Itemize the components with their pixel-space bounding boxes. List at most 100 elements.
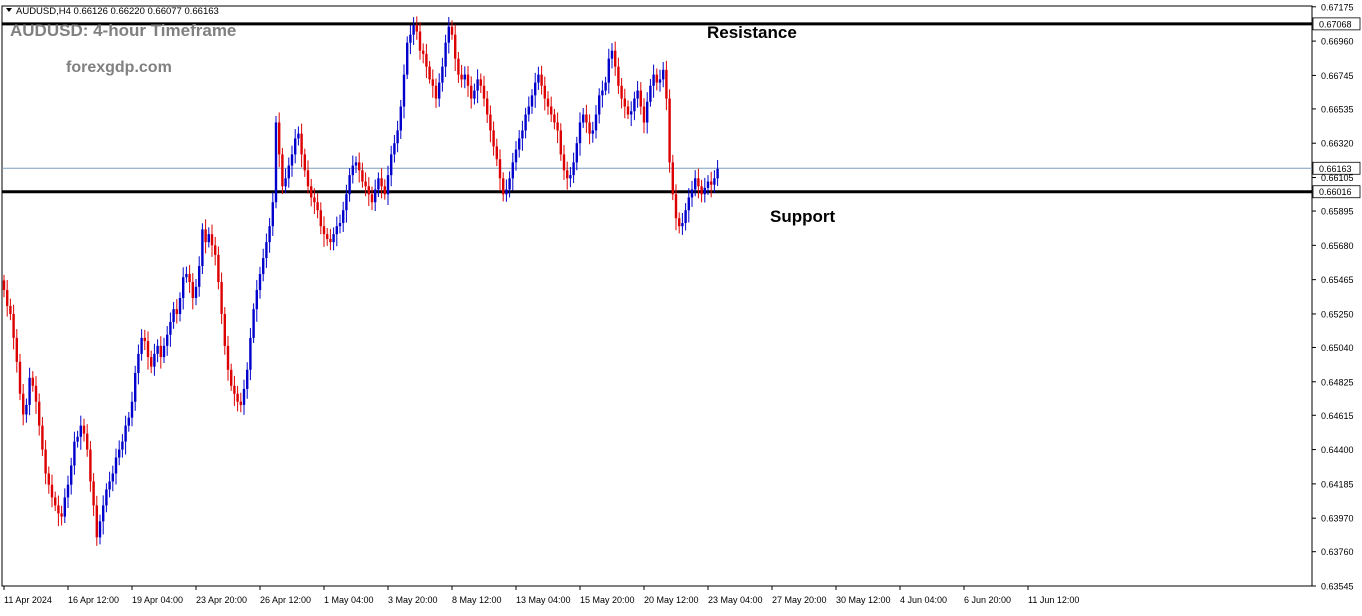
- candle-body: [364, 181, 367, 187]
- x-tick-label: 20 May 12:00: [644, 595, 699, 605]
- x-tick-label: 11 Jun 12:00: [1028, 595, 1079, 605]
- candle-body: [690, 189, 694, 198]
- candle-body: [380, 178, 383, 187]
- y-tick-label: 0.65465: [1321, 275, 1354, 285]
- candle-body: [594, 114, 598, 131]
- candle-body: [76, 436, 79, 442]
- watermark: forexgdp.com: [66, 59, 172, 76]
- candle-body: [358, 162, 361, 171]
- candle-body: [617, 66, 620, 86]
- candle-body: [489, 114, 492, 131]
- x-tick-label: 4 Jun 04:00: [900, 595, 947, 605]
- candle-body: [242, 388, 246, 405]
- y-tick-label: 0.64400: [1321, 445, 1354, 455]
- candle-body: [636, 90, 639, 99]
- candle-body: [271, 202, 274, 227]
- y-tick-label: 0.63970: [1321, 514, 1354, 524]
- candle-body: [178, 297, 182, 314]
- candle-body: [342, 210, 345, 224]
- candle-body: [140, 337, 143, 354]
- candle-body: [18, 361, 22, 394]
- candle-body: [390, 154, 393, 176]
- candle-body: [502, 178, 505, 195]
- candle-body: [514, 149, 518, 163]
- candle-body: [361, 170, 364, 182]
- candle-body: [79, 425, 82, 437]
- candle: [252, 303, 255, 343]
- resistance-price-label: 0.67068: [1319, 19, 1352, 29]
- candle-body: [306, 170, 310, 187]
- candle-body: [319, 210, 322, 227]
- candle-body: [706, 181, 710, 188]
- candle-body: [57, 505, 60, 514]
- candle-body: [537, 74, 540, 83]
- candle-body: [130, 401, 134, 418]
- candle-body: [220, 282, 223, 314]
- candle-body: [652, 74, 655, 86]
- candle-body: [639, 90, 642, 107]
- candle-body: [662, 69, 665, 80]
- candle-body: [332, 234, 335, 243]
- support-price-label: 0.66016: [1319, 187, 1352, 197]
- candle-body: [6, 290, 9, 306]
- candle-body: [543, 85, 546, 99]
- candle-body: [217, 254, 220, 283]
- candle-body: [348, 175, 351, 195]
- candle-body: [258, 274, 262, 291]
- candle-body: [12, 313, 15, 338]
- candle-body: [82, 425, 86, 434]
- candle-body: [370, 194, 374, 203]
- candle-body: [633, 98, 636, 112]
- candle-body: [111, 473, 114, 482]
- candle-body: [207, 234, 210, 243]
- candle-body: [159, 345, 162, 358]
- candle-body: [486, 98, 489, 115]
- candle-body: [44, 449, 47, 474]
- candle-body: [166, 334, 169, 346]
- candle-body: [668, 98, 671, 163]
- candle-body: [326, 234, 329, 239]
- candle-body: [300, 133, 303, 155]
- candle-body: [22, 393, 25, 415]
- y-tick-label: 0.66745: [1321, 71, 1354, 81]
- candle-body: [70, 465, 73, 485]
- candle-body: [162, 345, 166, 358]
- candle-body: [399, 106, 402, 131]
- candle-body: [473, 90, 476, 99]
- candle-body: [329, 238, 332, 243]
- candle-body: [47, 473, 50, 485]
- candlestick-chart[interactable]: 0.67175 0.66960 0.66745 0.66535 0.66320 0.661…: [0, 0, 1362, 611]
- candle-body: [559, 130, 562, 155]
- candle-body: [438, 82, 441, 99]
- candle-body: [450, 26, 454, 35]
- candle-body: [614, 50, 617, 67]
- candle-body: [297, 133, 300, 139]
- candle-body: [402, 74, 406, 107]
- candle-body: [262, 258, 265, 275]
- candle-body: [556, 122, 559, 131]
- candle-body: [687, 197, 690, 211]
- candle-body: [239, 401, 242, 405]
- y-tick-label: 0.66320: [1321, 139, 1354, 149]
- candle-body: [63, 497, 66, 517]
- y-tick-label: 0.65250: [1321, 309, 1354, 319]
- candle-body: [681, 223, 684, 227]
- candle-body: [566, 170, 569, 179]
- chart-canvas[interactable]: 0.67175 0.66960 0.66745 0.66535 0.66320 0.661…: [0, 0, 1362, 611]
- y-tick-label: 0.64825: [1321, 377, 1354, 387]
- candle-body: [457, 58, 460, 75]
- x-tick-label: 1 May 04:00: [324, 595, 374, 605]
- candle-body: [265, 242, 268, 259]
- candle-body: [322, 226, 326, 235]
- y-tick-label: 0.64185: [1321, 479, 1354, 489]
- candle-body: [550, 106, 553, 115]
- candle-body: [642, 106, 646, 123]
- candle-body: [393, 143, 396, 155]
- candle-body: [15, 337, 18, 362]
- candle-body: [34, 385, 38, 402]
- candle-body: [431, 79, 434, 86]
- candle: [274, 115, 278, 209]
- x-tick-label: 23 May 04:00: [708, 595, 763, 605]
- candle-body: [194, 286, 198, 298]
- candle-body: [66, 484, 70, 498]
